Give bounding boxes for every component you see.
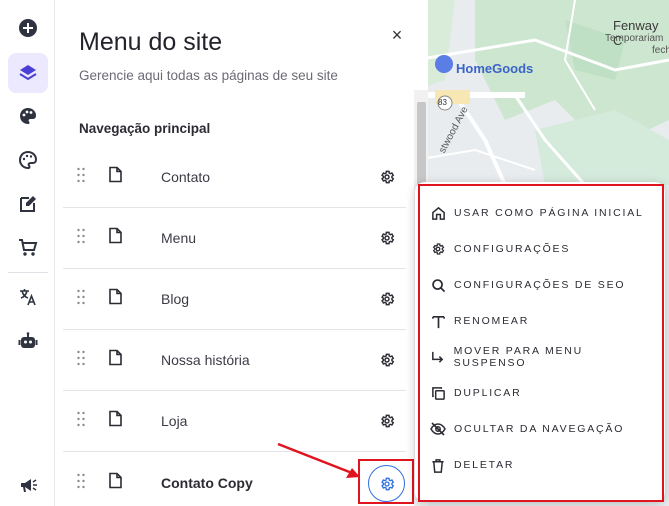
- gear-icon[interactable]: [379, 169, 395, 185]
- page-icon: [109, 472, 122, 493]
- page-icon: [109, 349, 122, 371]
- panel-title: Menu do site: [79, 28, 223, 56]
- megaphone-icon[interactable]: [8, 465, 48, 505]
- page-label: Contato Copy: [161, 474, 253, 491]
- toolbar-divider: [8, 272, 48, 273]
- translate-icon[interactable]: [8, 277, 48, 317]
- page-label: Nossa história: [161, 352, 250, 368]
- highlight-box-gear: [358, 459, 414, 504]
- drag-handle-icon[interactable]: [76, 411, 86, 431]
- page-label: Contato: [161, 169, 211, 185]
- drag-handle-icon[interactable]: [76, 228, 86, 248]
- annotation-arrow: [277, 442, 360, 478]
- map-corner-label: Temporariam: [605, 33, 664, 44]
- add-icon[interactable]: [8, 8, 48, 48]
- robot-icon[interactable]: [8, 321, 48, 361]
- panel-subtitle: Gerencie aqui todas as páginas de seu si…: [79, 68, 338, 83]
- gear-icon[interactable]: [379, 291, 395, 307]
- page-icon: [109, 166, 122, 188]
- drag-handle-icon[interactable]: [76, 350, 86, 370]
- edit-icon[interactable]: [8, 184, 48, 224]
- drag-handle-icon[interactable]: [76, 289, 86, 309]
- page-row[interactable]: Blog: [63, 269, 406, 330]
- gear-icon[interactable]: [379, 352, 395, 368]
- drag-handle-icon[interactable]: [76, 473, 86, 493]
- cart-icon[interactable]: [8, 228, 48, 268]
- page-label: Menu: [161, 230, 197, 246]
- page-icon: [109, 288, 122, 310]
- map-corner-label: fech: [652, 45, 669, 56]
- gear-icon[interactable]: [379, 413, 395, 429]
- gear-icon[interactable]: [379, 230, 395, 246]
- page-label: Loja: [161, 413, 188, 429]
- map-place-label: HomeGoods: [456, 61, 534, 76]
- layers-icon[interactable]: [8, 53, 48, 93]
- drag-handle-icon[interactable]: [76, 167, 86, 187]
- scrollbar-thumb[interactable]: [417, 102, 426, 186]
- page-icon: [109, 410, 122, 432]
- page-row[interactable]: Contato: [63, 147, 406, 208]
- page-row[interactable]: Menu: [63, 208, 406, 269]
- section-title: Navegação principal: [79, 121, 211, 136]
- highlight-box-menu: [418, 184, 664, 502]
- page-label: Blog: [161, 291, 190, 307]
- palette-icon[interactable]: [8, 140, 48, 180]
- palette-filled-icon[interactable]: [8, 96, 48, 136]
- left-toolbar: [0, 0, 55, 506]
- page-icon: [109, 227, 122, 249]
- close-icon[interactable]: ×: [386, 24, 408, 46]
- map-route-label: 83: [438, 98, 447, 107]
- page-row[interactable]: Nossa história: [63, 330, 406, 391]
